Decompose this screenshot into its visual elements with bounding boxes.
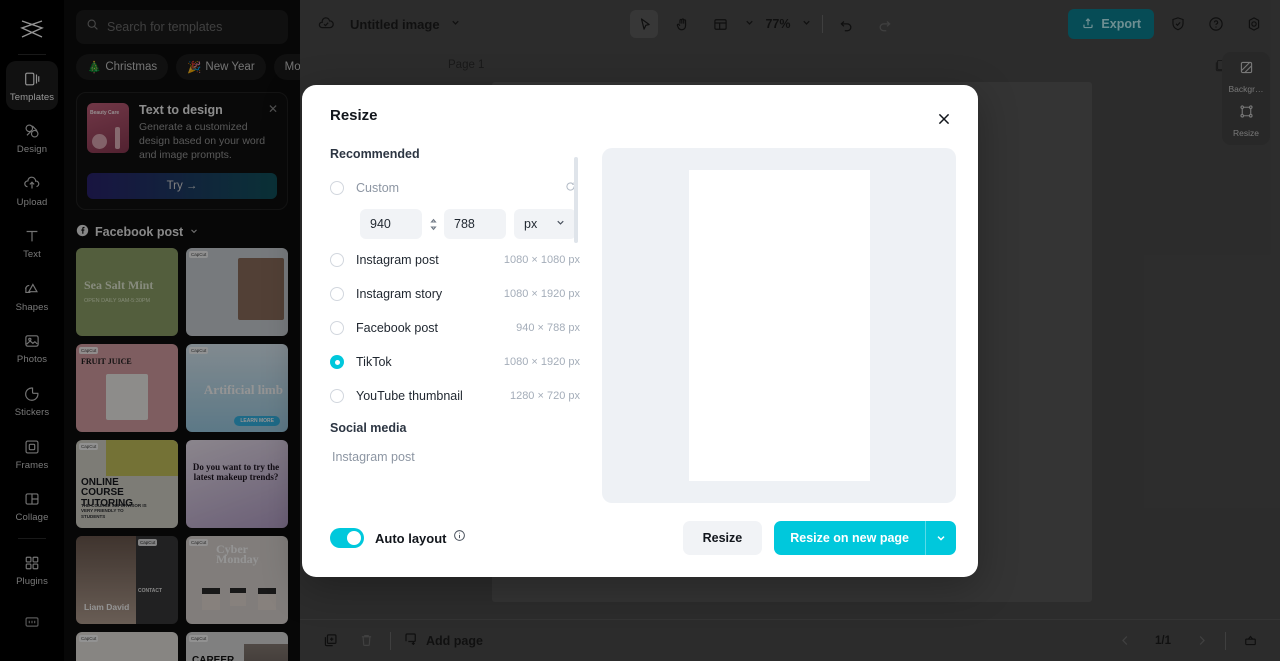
preset-dimensions: 1080 × 1920 px (503, 356, 580, 368)
height-input[interactable]: 788 (444, 209, 506, 239)
preview-sheet (688, 170, 870, 481)
dialog-title: Resize (330, 107, 378, 124)
preset-option-instagram-story[interactable]: Instagram story 1080 × 1920 px (330, 277, 580, 311)
preset-label: Instagram story (356, 287, 443, 301)
preset-dimensions: 1080 × 1080 px (503, 254, 580, 266)
unit-value: px (524, 217, 538, 231)
resize-preview (602, 148, 956, 503)
preset-list-scrollbar[interactable] (574, 157, 578, 243)
preset-option-tiktok[interactable]: TikTok 1080 × 1920 px (330, 345, 580, 379)
radio-tiktok[interactable] (330, 355, 344, 369)
preset-option-youtube-thumbnail[interactable]: YouTube thumbnail 1280 × 720 px (330, 379, 580, 413)
link-ratio-icon[interactable] (426, 209, 440, 239)
width-input[interactable]: 940 (360, 209, 422, 239)
preset-label: Instagram post (332, 450, 415, 464)
preset-dimensions: 940 × 788 px (516, 322, 580, 334)
chevron-down-icon[interactable] (926, 532, 956, 544)
dialog-footer: Auto layout Resize Resize on new page (330, 521, 956, 555)
close-icon[interactable] (934, 109, 954, 129)
radio-instagram-story[interactable] (330, 287, 344, 301)
preset-option-custom[interactable]: Custom (330, 171, 580, 205)
radio-custom[interactable] (330, 181, 344, 195)
preset-label: Facebook post (356, 321, 438, 335)
toggle-knob (347, 531, 361, 545)
resize-dialog: Resize Recommended Custom 940 788 px Ins… (302, 85, 978, 577)
preset-label: TikTok (356, 355, 392, 369)
radio-instagram-post[interactable] (330, 253, 344, 267)
preset-label: Instagram post (356, 253, 439, 267)
preset-dimensions: 1080 × 1920 px (503, 288, 580, 300)
preset-dimensions: 1280 × 720 px (509, 390, 580, 402)
resize-on-new-page-button[interactable]: Resize on new page (774, 521, 956, 555)
preset-list: Recommended Custom 940 788 px Instagram … (330, 147, 580, 537)
custom-dimension-row: 940 788 px (360, 209, 580, 239)
primary-button-label: Resize on new page (790, 531, 909, 545)
radio-youtube-thumbnail[interactable] (330, 389, 344, 403)
chevron-down-icon (555, 217, 566, 231)
preset-option-social-instagram-post[interactable]: Instagram post (330, 445, 580, 469)
preset-label: YouTube thumbnail (356, 389, 463, 403)
resize-button[interactable]: Resize (682, 521, 763, 555)
preset-option-instagram-post[interactable]: Instagram post 1080 × 1080 px (330, 243, 580, 277)
preset-option-facebook-post[interactable]: Facebook post 940 × 788 px (330, 311, 580, 345)
unit-select[interactable]: px (514, 209, 576, 239)
group-social-label: Social media (330, 421, 407, 435)
group-recommended-label: Recommended (330, 147, 420, 161)
auto-layout-label: Auto layout (375, 530, 447, 546)
auto-layout-toggle[interactable] (330, 528, 364, 548)
info-icon[interactable] (453, 529, 466, 547)
radio-facebook-post[interactable] (330, 321, 344, 335)
preset-label: Custom (356, 181, 400, 195)
